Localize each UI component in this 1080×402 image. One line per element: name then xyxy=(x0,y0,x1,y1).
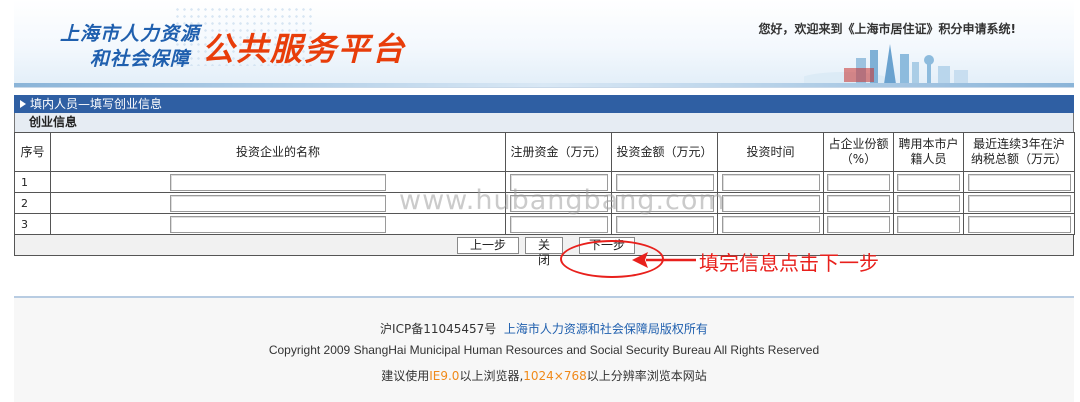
tax-total-cell xyxy=(963,213,1075,235)
share-percent-cell xyxy=(823,213,894,235)
investment-time-input[interactable] xyxy=(721,194,820,212)
entrepreneurship-form-panel: 填内人员—填写创业信息 创业信息 序号 投资企业的名称 注册资金（万元） 投资金… xyxy=(14,95,1075,267)
share-percent-cell xyxy=(823,192,894,214)
annotation-arrow-icon xyxy=(632,252,696,268)
col-header-registered-capital: 注册资金（万元） xyxy=(505,132,612,172)
tax-total-cell xyxy=(963,192,1075,214)
registered-capital-input[interactable] xyxy=(509,215,608,233)
tax-total-input[interactable] xyxy=(967,173,1071,191)
footer-browser-tip: 建议使用IE9.0以上浏览器,1024×768以上分辨率浏览本网站 xyxy=(381,369,707,383)
investment-time-cell xyxy=(717,213,824,235)
annotation-text: 填完信息点击下一步 xyxy=(699,251,879,275)
investment-table: 序号 投资企业的名称 注册资金（万元） 投资金额（万元） 投资时间 占企业份额（… xyxy=(14,132,1075,235)
table-header-row: 序号 投资企业的名称 注册资金（万元） 投资金额（万元） 投资时间 占企业份额（… xyxy=(14,132,1075,172)
company-name-input[interactable] xyxy=(170,194,386,212)
share-percent-input[interactable] xyxy=(827,215,890,233)
investment-amount-input[interactable] xyxy=(615,215,714,233)
screen-resolution: 1024×768 xyxy=(523,369,587,383)
section-heading: 创业信息 xyxy=(14,113,1074,132)
registered-capital-cell xyxy=(505,213,612,235)
header-bottom-strip xyxy=(14,83,1074,87)
site-footer: 沪ICP备11045457号 上海市人力资源和社会保障局版权所有 Copyrig… xyxy=(14,298,1074,402)
tax-total-input[interactable] xyxy=(967,215,1071,233)
investment-amount-cell xyxy=(611,213,718,235)
local-employees-cell xyxy=(893,213,964,235)
local-employees-input[interactable] xyxy=(897,173,960,191)
col-header-company-name: 投资企业的名称 xyxy=(50,132,506,172)
triangle-right-icon xyxy=(20,100,26,108)
table-row: 3 xyxy=(14,213,1075,235)
logo-text-line1: 上海市人力资源 xyxy=(60,23,201,45)
company-name-cell xyxy=(50,213,506,235)
col-header-local-employees: 聘用本市户 籍人员 xyxy=(893,132,964,172)
prev-step-button[interactable]: 上一步 xyxy=(457,237,519,254)
row-index: 2 xyxy=(14,192,51,214)
row-index: 3 xyxy=(14,213,51,235)
row-index: 1 xyxy=(14,171,51,193)
icp-number: 沪ICP备11045457号 xyxy=(380,322,497,336)
welcome-message: 您好，欢迎来到《上海市居住证》积分申请系统! xyxy=(758,22,1016,36)
local-employees-input[interactable] xyxy=(897,194,960,212)
local-employees-cell xyxy=(893,171,964,193)
copyright-owner-link[interactable]: 上海市人力资源和社会保障局版权所有 xyxy=(504,322,708,336)
button-row: 上一步 关 闭 下一步 xyxy=(14,235,1074,267)
tax-total-input[interactable] xyxy=(967,194,1071,212)
form-title: 填内人员—填写创业信息 xyxy=(30,97,163,111)
investment-time-cell xyxy=(717,192,824,214)
footer-copyright: Copyright 2009 ShangHai Municipal Human … xyxy=(268,343,820,357)
company-name-input[interactable] xyxy=(170,173,386,191)
share-percent-input[interactable] xyxy=(827,173,890,191)
company-name-input[interactable] xyxy=(170,215,386,233)
logo-text-line2: 和社会保障 xyxy=(90,48,191,70)
local-employees-cell xyxy=(893,192,964,214)
col-header-tax-total: 最近连续3年在沪 纳税总额（万元） xyxy=(963,132,1075,172)
col-header-investment-time: 投资时间 xyxy=(717,132,824,172)
tax-total-cell xyxy=(963,171,1075,193)
form-title-bar: 填内人员—填写创业信息 xyxy=(14,95,1074,113)
share-percent-cell xyxy=(823,171,894,193)
col-header-share-percent: 占企业份额 （%） xyxy=(823,132,894,172)
site-header: 上海市人力资源 和社会保障 公共服务平台 您好，欢迎来到《上海市居住证》积分申请… xyxy=(14,0,1074,88)
logo-platform-title: 公共服务平台 xyxy=(202,30,407,68)
share-percent-input[interactable] xyxy=(827,194,890,212)
browser-version: IE9.0 xyxy=(429,369,460,383)
col-header-investment-amount: 投资金额（万元） xyxy=(611,132,718,172)
investment-time-input[interactable] xyxy=(721,173,820,191)
col-header-index: 序号 xyxy=(14,132,51,172)
footer-line-icp: 沪ICP备11045457号 上海市人力资源和社会保障局版权所有 xyxy=(14,320,1074,337)
close-button[interactable]: 关 闭 xyxy=(525,237,563,267)
investment-time-input[interactable] xyxy=(721,215,820,233)
local-employees-input[interactable] xyxy=(897,215,960,233)
city-skyline-image xyxy=(804,44,968,86)
watermark-text: www.hubangbang.com xyxy=(399,185,726,216)
investment-time-cell xyxy=(717,171,824,193)
